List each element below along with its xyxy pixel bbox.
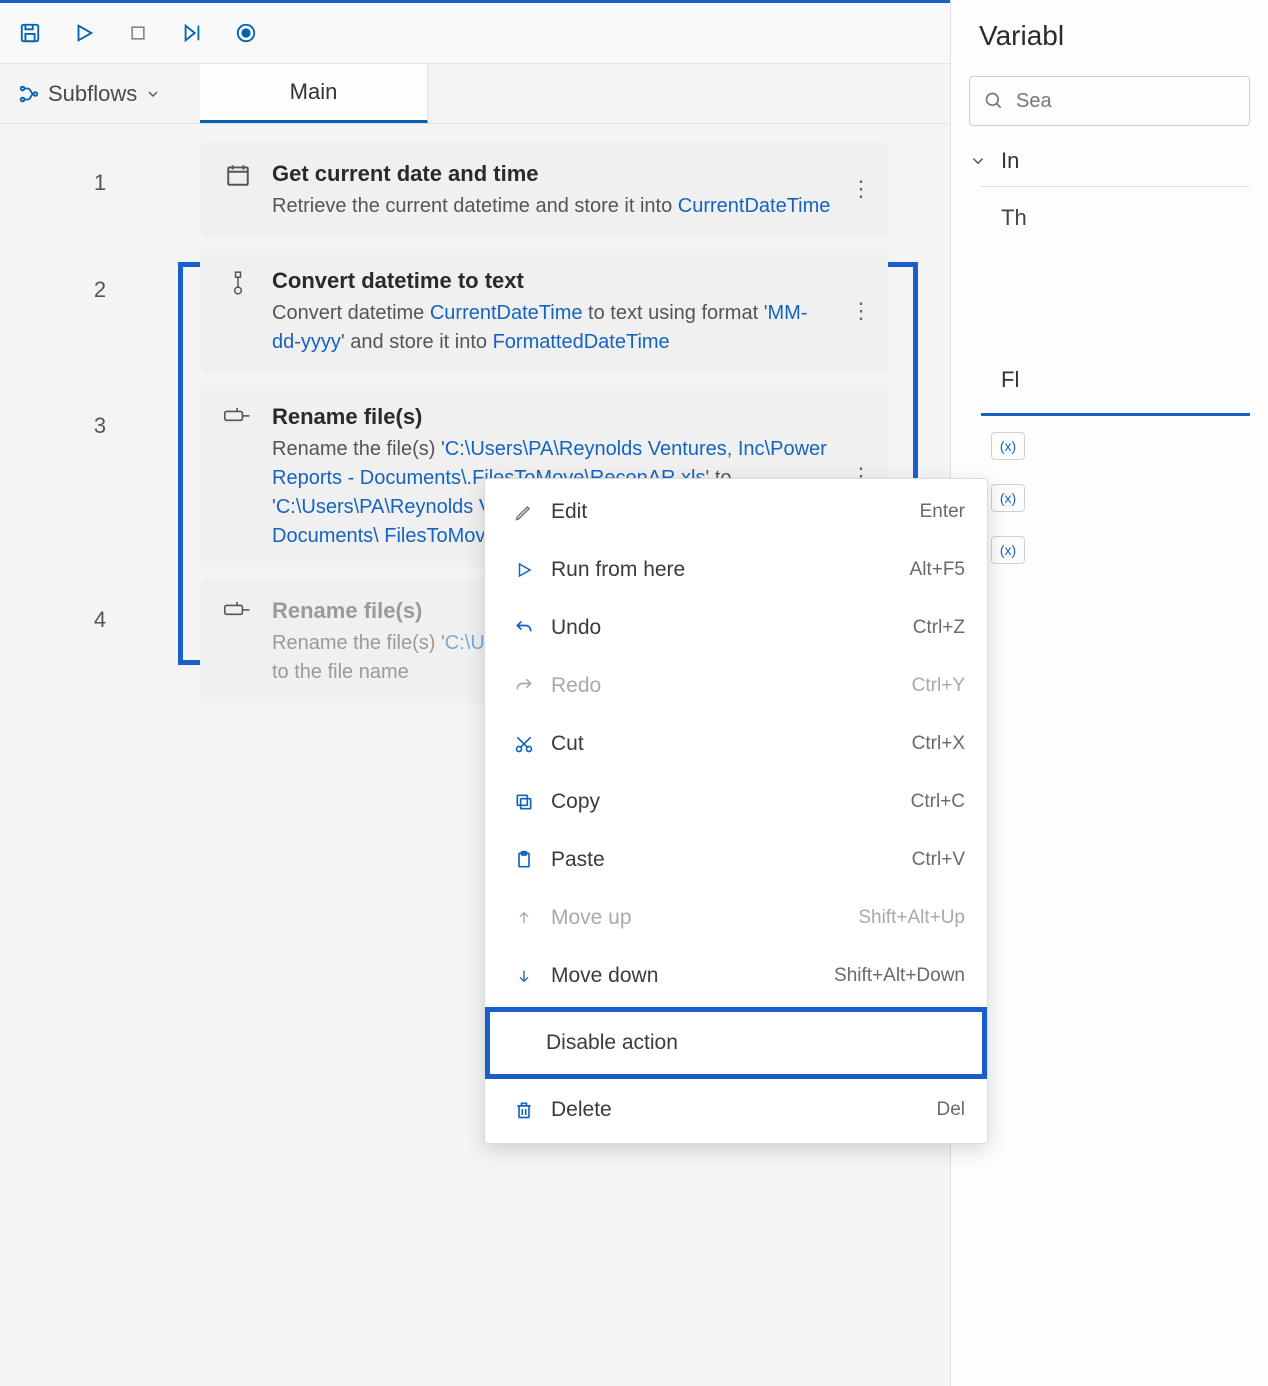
ctx-move-up[interactable]: Move upShift+Alt+Up (485, 889, 987, 947)
redo-icon (507, 676, 541, 696)
stop-button[interactable] (116, 11, 160, 55)
ctx-shortcut: Ctrl+C (911, 791, 965, 813)
copy-icon (507, 792, 541, 812)
line-number: 2 (0, 249, 200, 303)
run-button[interactable] (62, 11, 106, 55)
ctx-copy[interactable]: CopyCtrl+C (485, 773, 987, 831)
ctx-label: Run from here (541, 558, 910, 582)
pencil-icon (507, 502, 541, 522)
rp-section-flow[interactable]: Fl (951, 361, 1268, 405)
trash-icon (507, 1100, 541, 1120)
ctx-delete[interactable]: DeleteDel (485, 1081, 987, 1139)
ctx-shortcut: Ctrl+Y (912, 675, 965, 697)
subflows-icon (18, 83, 40, 105)
ctx-label: Disable action (536, 1031, 960, 1055)
action-more-button[interactable]: ⋮ (846, 265, 876, 357)
action-icon (218, 158, 258, 221)
ctx-move-down[interactable]: Move downShift+Alt+Down (485, 947, 987, 1005)
action-more-button[interactable]: ⋮ (846, 158, 876, 221)
ctx-edit[interactable]: EditEnter (485, 483, 987, 541)
action-card[interactable]: Get current date and timeRetrieve the cu… (200, 142, 888, 237)
ctx-shortcut: Shift+Alt+Up (858, 907, 965, 929)
variables-pane: Variabl Sea In Th Fl (x) (x) (x) (950, 0, 1268, 1386)
line-number: 4 (0, 579, 200, 633)
cut-icon (507, 734, 541, 754)
action-title: Rename file(s) (272, 401, 832, 433)
rp-section-label: In (1001, 148, 1019, 174)
ctx-shortcut: Ctrl+X (912, 733, 965, 755)
up-icon (507, 908, 541, 928)
ctx-shortcut: Del (936, 1099, 965, 1121)
variables-search[interactable]: Sea (969, 76, 1250, 126)
action-description: Retrieve the current datetime and store … (272, 192, 832, 221)
context-menu: EditEnterRun from hereAlt+F5UndoCtrl+ZRe… (484, 478, 988, 1144)
ctx-label: Copy (541, 790, 911, 814)
ctx-shortcut: Enter (920, 501, 965, 523)
subflows-dropdown[interactable]: Subflows (0, 64, 200, 123)
ctx-label: Redo (541, 674, 912, 698)
ctx-label: Undo (541, 616, 913, 640)
variable-tag[interactable]: (x) (991, 484, 1025, 512)
line-number: 3 (0, 385, 200, 439)
save-button[interactable] (8, 11, 52, 55)
line-number: 1 (0, 142, 200, 196)
record-button[interactable] (224, 11, 268, 55)
ctx-label: Paste (541, 848, 912, 872)
step-button[interactable] (170, 11, 214, 55)
action-icon (218, 401, 258, 551)
ctx-paste[interactable]: PasteCtrl+V (485, 831, 987, 889)
variable-tag[interactable]: (x) (991, 432, 1025, 460)
ctx-label: Cut (541, 732, 912, 756)
rp-sub-text: Th (951, 187, 1268, 241)
subflows-label: Subflows (48, 81, 137, 107)
rp-section-label-2: Fl (1001, 367, 1019, 393)
variables-title: Variabl (951, 0, 1268, 52)
tab-main[interactable]: Main (200, 64, 428, 123)
action-icon (218, 265, 258, 357)
down-icon (507, 966, 541, 986)
ctx-shortcut: Ctrl+Z (913, 617, 965, 639)
ctx-run-from-here[interactable]: Run from hereAlt+F5 (485, 541, 987, 599)
chevron-down-icon (969, 152, 987, 170)
chevron-down-icon (145, 86, 161, 102)
play-icon (507, 561, 541, 579)
ctx-shortcut: Alt+F5 (910, 559, 965, 581)
variables-search-placeholder: Sea (1016, 90, 1052, 113)
search-icon (984, 91, 1004, 111)
rp-section-input[interactable]: In (951, 126, 1268, 186)
ctx-label: Move down (541, 964, 834, 988)
ctx-redo[interactable]: RedoCtrl+Y (485, 657, 987, 715)
ctx-shortcut: Ctrl+V (912, 849, 965, 871)
action-title: Convert datetime to text (272, 265, 832, 297)
paste-icon (507, 850, 541, 870)
action-icon (218, 595, 258, 687)
rp-divider (981, 413, 1250, 416)
tab-main-label: Main (290, 79, 338, 105)
ctx-shortcut: Shift+Alt+Down (834, 965, 965, 987)
ctx-label: Edit (541, 500, 920, 524)
variable-tag[interactable]: (x) (991, 536, 1025, 564)
ctx-disable-action[interactable]: Disable action (485, 1007, 987, 1079)
ctx-undo[interactable]: UndoCtrl+Z (485, 599, 987, 657)
ctx-label: Move up (541, 906, 858, 930)
action-card[interactable]: Convert datetime to textConvert datetime… (200, 249, 888, 373)
action-description: Convert datetime CurrentDateTime to text… (272, 299, 832, 357)
action-title: Get current date and time (272, 158, 832, 190)
ctx-cut[interactable]: CutCtrl+X (485, 715, 987, 773)
undo-icon (507, 618, 541, 638)
ctx-label: Delete (541, 1098, 936, 1122)
